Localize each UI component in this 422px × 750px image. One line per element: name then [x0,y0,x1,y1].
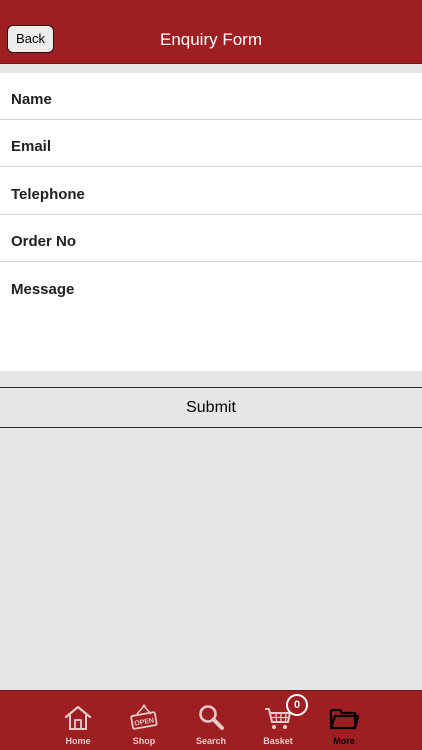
tab-basket-label: Basket [263,736,293,746]
page-title: Enquiry Form [159,30,263,49]
navigation-bar: Back Enquiry Form [0,0,422,64]
enquiry-form: Name Email Telephone Order No Message [0,73,422,371]
name-label: Name [11,91,52,108]
tab-more-label: More [333,736,355,746]
basket-count-badge: 0 [286,694,308,716]
tab-bar: Home OPEN Shop Search 0 Basket More [0,690,422,750]
telephone-label: Telephone [11,186,85,203]
tab-home-label: Home [65,736,91,746]
tab-shop-label: Shop [132,736,156,746]
open-sign-icon: OPEN [130,704,158,730]
order-number-label: Order No [11,233,77,250]
home-icon [64,705,92,730]
telephone-field[interactable]: Telephone [0,168,422,215]
message-field[interactable]: Message [0,263,422,371]
submit-button[interactable]: Submit [0,387,422,428]
tab-basket[interactable]: 0 Basket [248,691,308,750]
tab-more[interactable]: More [314,691,374,750]
tab-search-label: Search [195,736,227,746]
message-label: Message [11,281,75,298]
name-field[interactable]: Name [0,73,422,120]
tab-shop[interactable]: OPEN Shop [114,691,174,750]
tab-home[interactable]: Home [48,691,108,750]
folder-icon [329,708,359,730]
order-number-field[interactable]: Order No [0,215,422,262]
email-field[interactable]: Email [0,120,422,167]
email-label: Email [11,138,52,155]
tab-search[interactable]: Search [181,691,241,750]
search-icon [199,705,224,730]
